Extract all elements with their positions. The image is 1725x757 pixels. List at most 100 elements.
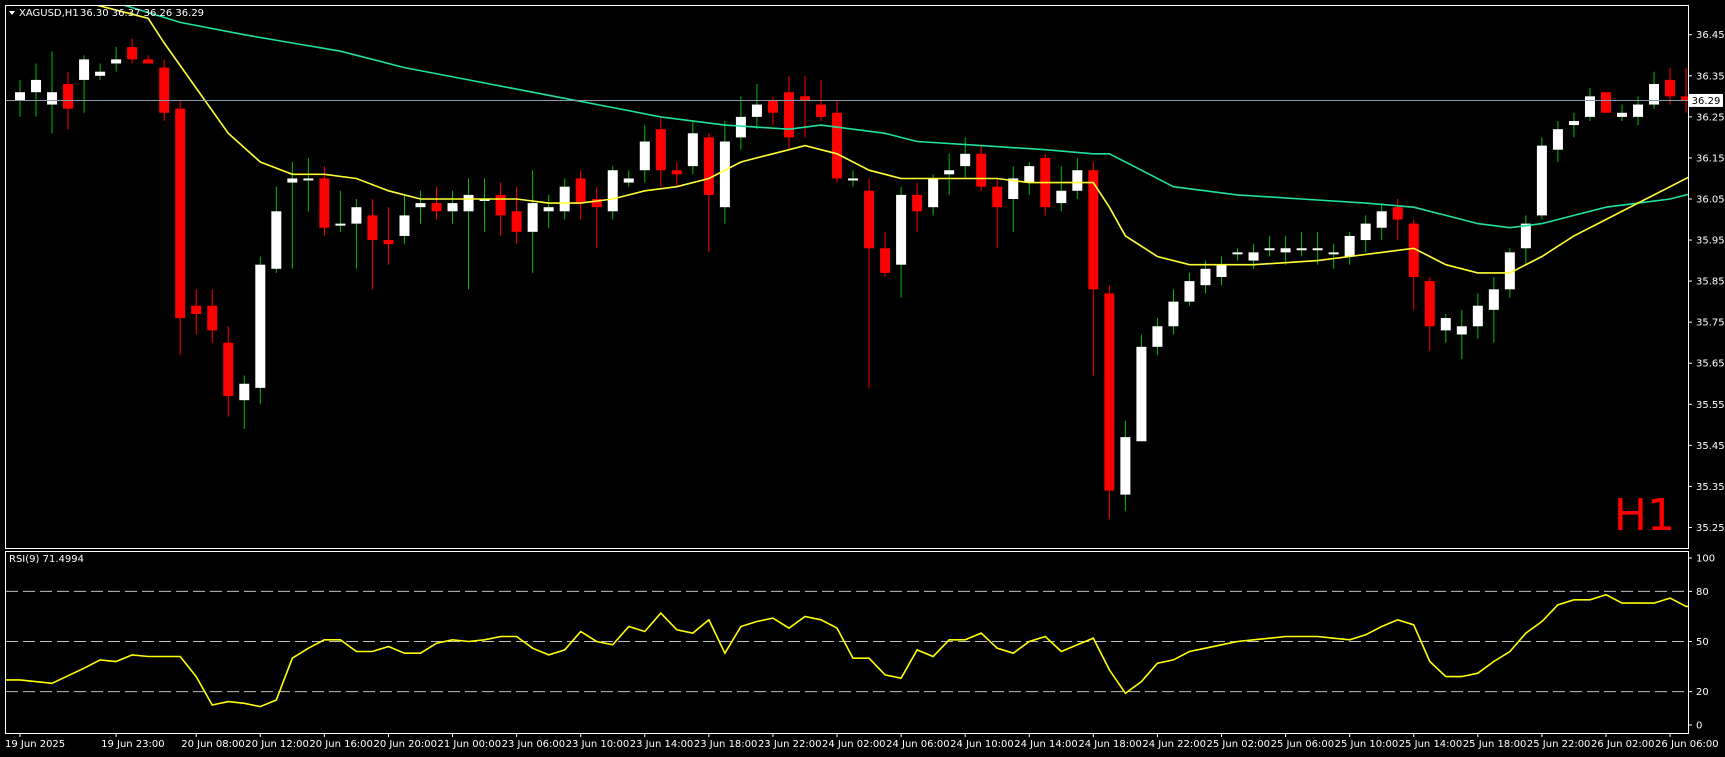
x-tick-label: 26 Jun 06:00: [1655, 739, 1719, 750]
candle: [399, 194, 410, 245]
y-tick-label: 35.85: [1696, 277, 1725, 288]
candle: [303, 157, 314, 212]
candle-body: [1136, 346, 1147, 442]
candle-body: [1200, 268, 1211, 286]
candle-body: [1056, 190, 1067, 204]
candle-body: [1392, 207, 1403, 220]
y-tick-label: 35.25: [1696, 523, 1725, 534]
candle: [1584, 88, 1595, 121]
candle: [527, 170, 538, 273]
candle: [159, 59, 170, 121]
candle-body: [1633, 104, 1644, 117]
rsi-label: RSI(9) 71.4994: [9, 554, 84, 565]
y-tick-label: 35.95: [1696, 236, 1725, 247]
x-tick-label: 26 Jun 02:00: [1591, 739, 1655, 750]
candle-body: [816, 104, 826, 117]
candle-body: [864, 190, 875, 249]
x-tick-label: 20 Jun 20:00: [373, 739, 437, 750]
candle-body: [751, 104, 762, 117]
y-tick-label: 35.75: [1696, 318, 1725, 329]
candle: [111, 47, 122, 72]
x-tick-label: 25 Jun 14:00: [1399, 739, 1463, 750]
x-tick-label: 24 Jun 10:00: [950, 739, 1014, 750]
y-tick-label: 36.05: [1696, 194, 1725, 205]
x-tick-label: 24 Jun 18:00: [1078, 739, 1142, 750]
candle-body: [191, 305, 202, 314]
candle-body: [719, 141, 730, 208]
rsi-tick-label: 80: [1696, 587, 1709, 598]
candle: [31, 63, 42, 117]
symbol-label: XAGUSD,H1: [19, 8, 79, 19]
candle: [912, 182, 923, 232]
candle-body: [1104, 293, 1115, 491]
candle-body: [1360, 223, 1371, 241]
candle: [559, 178, 570, 220]
candle-body: [671, 170, 682, 175]
candle-body: [1152, 326, 1163, 347]
x-tick-label: 24 Jun 22:00: [1142, 739, 1206, 750]
candle: [1008, 166, 1019, 232]
candle: [463, 178, 474, 290]
candle-body: [1584, 96, 1595, 117]
candle: [1360, 215, 1371, 253]
x-tick-label: 19 Jun 2025: [5, 739, 65, 750]
candle: [1456, 309, 1467, 360]
chart-area[interactable]: 36.45 36.35 36.25 36.15 36.05 35.95 35.85 35.75…: [0, 0, 1725, 757]
x-tick-label: 23 Jun 10:00: [566, 739, 630, 750]
candle: [1408, 219, 1419, 310]
candle: [1088, 162, 1099, 376]
triangle-down-icon[interactable]: [9, 11, 15, 15]
candle: [1200, 260, 1211, 294]
candle: [864, 178, 875, 388]
trading-chart[interactable]: 36.45 36.35 36.25 36.15 36.05 35.95 35.85 35.75…: [0, 0, 1725, 757]
candle: [431, 186, 442, 220]
symbol-menu-icon[interactable]: [9, 11, 15, 15]
candle-body: [335, 223, 346, 226]
candle-body: [1296, 248, 1307, 251]
candle: [1440, 313, 1451, 343]
candle-body: [351, 207, 362, 224]
candle: [1536, 137, 1547, 220]
candle: [335, 190, 346, 232]
candle-body: [1568, 120, 1579, 126]
candle-body: [1216, 264, 1227, 277]
candle-body: [415, 203, 426, 208]
candle-body: [639, 141, 650, 171]
candle-body: [1617, 112, 1627, 117]
candle-body: [1376, 211, 1387, 228]
candle: [175, 100, 186, 356]
candle-body: [1328, 252, 1339, 255]
candle: [15, 79, 25, 117]
candle-body: [223, 342, 234, 397]
candle-body: [687, 133, 698, 167]
x-tick-label: 23 Jun 14:00: [630, 739, 694, 750]
candle: [495, 182, 506, 236]
candle: [1600, 92, 1611, 113]
candle-body: [832, 112, 843, 179]
candle: [1472, 293, 1483, 339]
y-tick-label: 36.25: [1696, 112, 1725, 123]
moving-averages-layer: [96, 6, 1688, 274]
candle: [1136, 334, 1147, 442]
candle: [735, 96, 746, 150]
candle-body: [703, 137, 714, 195]
candle-body: [511, 211, 522, 232]
moving-average-fast: [96, 6, 1688, 274]
candle: [1328, 244, 1339, 269]
candle-body: [1168, 301, 1179, 327]
candle: [351, 198, 362, 269]
candle-body: [896, 194, 907, 265]
candle: [1152, 318, 1163, 356]
candle-body: [543, 207, 554, 212]
candle-body: [1344, 235, 1355, 257]
candle: [928, 174, 939, 216]
candle-body: [159, 67, 170, 113]
candle: [127, 38, 138, 64]
candle-body: [127, 47, 138, 60]
candle: [751, 84, 762, 130]
candle-body: [880, 248, 891, 273]
y-tick-label: 35.45: [1696, 441, 1725, 452]
candle-body: [287, 178, 298, 183]
candle-body: [1488, 289, 1499, 310]
x-tick-label: 19 Jun 23:00: [101, 739, 165, 750]
